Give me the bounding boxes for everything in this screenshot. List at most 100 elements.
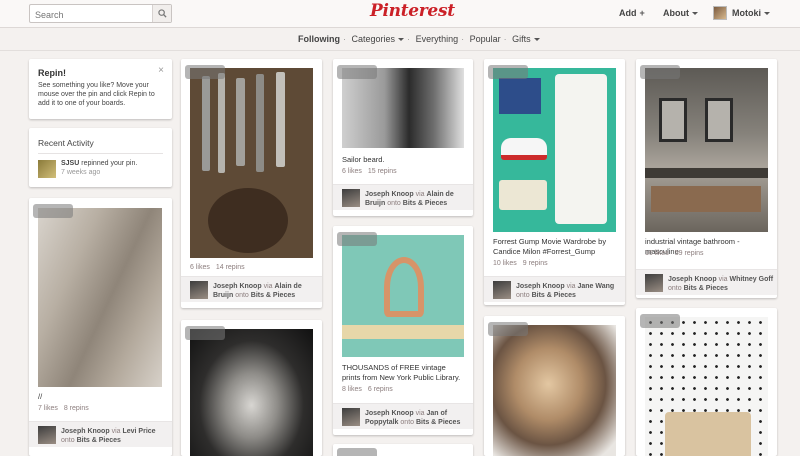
pin-description: THOUSANDS of FREE vintage prints from Ne… [342, 363, 461, 382]
nav-gifts-label: Gifts [512, 34, 531, 44]
pin-description: Forrest Gump Movie Wardrobe by Candice M… [493, 237, 607, 256]
add-label: Add [619, 8, 637, 18]
search-button[interactable] [152, 5, 171, 22]
pinner-name[interactable]: Joseph Knoop [516, 283, 565, 290]
repin-count: 6 repins [367, 386, 393, 393]
pinner-name[interactable]: Joseph Knoop [213, 283, 262, 290]
pin-card[interactable]: THOUSANDS of FREE vintage prints from Ne… [333, 226, 473, 435]
repin-overlay[interactable] [337, 232, 377, 246]
repin-title: Repin! [38, 68, 66, 78]
activity-thumbnail[interactable] [38, 160, 56, 178]
pin-card[interactable] [484, 316, 625, 456]
pinner-avatar[interactable] [342, 408, 360, 426]
repin-overlay[interactable] [337, 448, 377, 456]
repin-overlay[interactable] [640, 65, 680, 79]
repin-overlay[interactable] [185, 65, 225, 79]
pin-stats: 8 likes 6 repins [342, 386, 399, 393]
activity-time: 7 weeks ago [61, 169, 101, 176]
pinner-avatar[interactable] [38, 426, 56, 444]
pin-attribution: Joseph Knoop via Whitney Goff onto Bits … [636, 269, 777, 295]
source-name[interactable]: Jane Wang [577, 283, 614, 290]
pin-image[interactable] [38, 208, 162, 387]
user-name: Motoki [732, 8, 761, 18]
chevron-down-icon [692, 12, 698, 16]
board-name[interactable]: Bits & Pieces [532, 292, 576, 299]
chevron-down-icon [533, 38, 540, 42]
nav-everything[interactable]: Everything [416, 34, 459, 44]
pinner-name[interactable]: Joseph Knoop [365, 410, 414, 417]
repin-overlay[interactable] [337, 65, 377, 79]
pin-card[interactable] [181, 320, 322, 456]
search-input[interactable] [30, 6, 152, 24]
pinner-name[interactable]: Joseph Knoop [365, 191, 414, 198]
user-menu[interactable]: Motoki [732, 8, 770, 18]
board-name[interactable]: Bits & Pieces [403, 200, 447, 207]
pin-card[interactable]: 6 likes 14 repins Joseph Knoop via Alain … [181, 59, 322, 308]
nav-categories[interactable]: Categories [352, 34, 405, 44]
add-menu[interactable]: Add + [619, 8, 645, 18]
nav-popular[interactable]: Popular [470, 34, 501, 44]
nav-following[interactable]: Following [298, 34, 340, 44]
via-label: via [415, 410, 425, 417]
pinner-name[interactable]: Joseph Knoop [668, 276, 717, 283]
source-name[interactable]: Whitney Goff [729, 276, 773, 283]
pin-card[interactable]: industrial vintage bathroom - masculine … [636, 59, 777, 298]
source-name[interactable]: Levi Price [122, 428, 155, 435]
recent-activity-box: Recent Activity SJSU repinned your pin. … [29, 128, 172, 187]
like-count: 6 likes [190, 264, 210, 271]
pin-stats: 16 likes 59 repins [645, 250, 710, 257]
pinner-name[interactable]: Joseph Knoop [61, 428, 110, 435]
repin-overlay[interactable] [33, 204, 73, 218]
nav-separator: · [407, 34, 411, 44]
attribution-text: Joseph Knoop via Jane Wang onto Bits & P… [516, 282, 625, 300]
search-box[interactable] [29, 4, 172, 24]
pin-image[interactable] [645, 68, 768, 232]
nav-gifts[interactable]: Gifts [512, 34, 540, 44]
pin-image[interactable] [493, 68, 616, 232]
repin-text: See something you like? Move your mouse … [38, 82, 155, 107]
pinner-avatar[interactable] [493, 281, 511, 299]
pin-image[interactable] [493, 325, 616, 456]
like-count: 7 likes [38, 405, 58, 412]
pin-image[interactable] [645, 317, 768, 456]
pin-card[interactable]: // 7 likes 8 repins Joseph Knoop via Levi… [29, 198, 172, 456]
pin-card[interactable]: Sailor beard. 6 likes 15 repins Joseph Kn… [333, 59, 473, 216]
close-icon[interactable]: × [158, 65, 164, 76]
chevron-down-icon [764, 12, 770, 16]
pin-card[interactable] [636, 308, 777, 456]
divider [38, 153, 163, 154]
pinterest-logo[interactable]: Pinterest [370, 1, 455, 21]
pin-attribution: Joseph Knoop via Alain de Bruijn onto Bi… [181, 276, 322, 302]
user-avatar[interactable] [713, 6, 727, 20]
onto-label: onto [387, 200, 401, 207]
activity-user[interactable]: SJSU [61, 160, 79, 167]
repin-overlay[interactable] [488, 322, 528, 336]
pinner-avatar[interactable] [190, 281, 208, 299]
repin-overlay[interactable] [640, 314, 680, 328]
pinner-avatar[interactable] [342, 189, 360, 207]
board-name[interactable]: Bits & Pieces [251, 292, 295, 299]
board-name[interactable]: Bits & Pieces [77, 437, 121, 444]
pin-card[interactable]: Forrest Gump Movie Wardrobe by Candice M… [484, 59, 625, 305]
pin-stats: 6 likes 15 repins [342, 168, 403, 175]
repin-overlay[interactable] [185, 326, 225, 340]
pinner-avatar[interactable] [645, 274, 663, 292]
repin-count: 15 repins [367, 168, 397, 175]
activity-action: repinned your pin. [81, 160, 138, 167]
pin-image[interactable] [342, 68, 464, 148]
pin-stats: 7 likes 8 repins [38, 405, 95, 412]
about-menu[interactable]: About [663, 8, 698, 18]
about-label: About [663, 8, 689, 18]
like-count: 16 likes [645, 250, 669, 257]
onto-label: onto [668, 285, 682, 292]
pin-image[interactable] [342, 235, 464, 357]
repin-overlay[interactable] [488, 65, 528, 79]
board-name[interactable]: Bits & Pieces [684, 285, 728, 292]
board-name[interactable]: Bits & Pieces [416, 419, 460, 426]
pin-card[interactable] [333, 444, 473, 456]
pin-image[interactable] [190, 329, 313, 456]
recent-activity-title: Recent Activity [38, 138, 94, 148]
via-label: via [415, 191, 425, 198]
repin-count: 14 repins [215, 264, 245, 271]
pin-image[interactable] [190, 68, 313, 258]
